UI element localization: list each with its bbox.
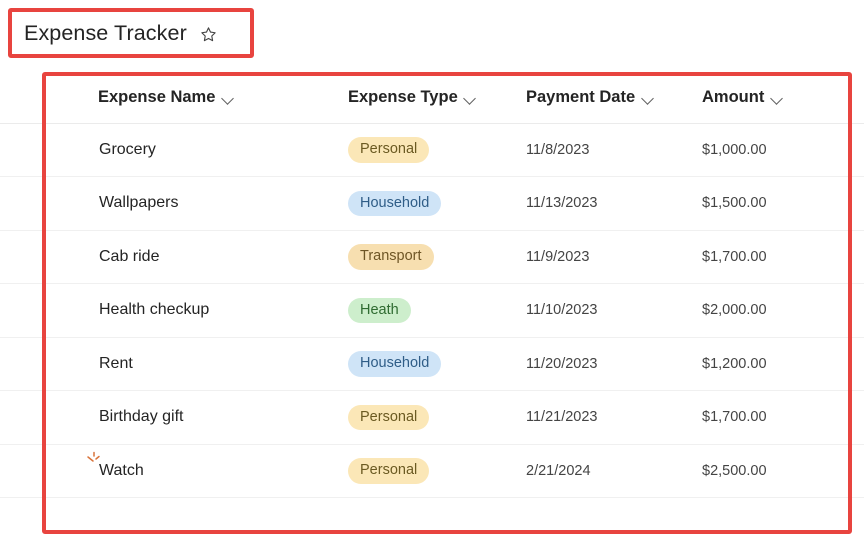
cell-amount[interactable]: $1,000.00 [694,123,864,177]
expense-name-text: Rent [99,354,133,372]
chevron-down-icon[interactable] [771,93,782,104]
expense-name-text: Health checkup [99,301,210,319]
cell-payment-date[interactable]: 11/10/2023 [508,283,694,338]
expense-type-badge: Household [348,190,442,216]
cell-expense-name[interactable]: Rent [0,337,290,391]
cell-expense-name[interactable]: Cab ride [0,230,290,284]
cell-expense-name[interactable]: Wallpapers [0,176,290,231]
expense-name-text: Wallpapers [99,194,179,212]
table-header-row: Expense Name Expense Type Payment Date A… [0,72,864,124]
expense-type-badge: Heath [348,297,411,323]
expense-type-badge: Transport [348,244,434,270]
expense-name-text: Grocery [99,140,156,158]
cell-payment-date[interactable]: 11/13/2023 [508,176,694,231]
expense-table-body: Grocery Personal 11/8/2023 $1,000.00 Wallpap… [0,123,864,498]
cell-expense-name[interactable]: Health checkup [0,283,290,338]
table-row[interactable]: Watch Personal 2/21/2024 $2,500.00 [0,444,864,498]
chevron-down-icon[interactable] [642,93,653,104]
expense-type-badge: Household [348,351,442,377]
column-header-label: Expense Type [348,87,458,106]
table-row[interactable]: Rent Household 11/20/2023 $1,200.00 [0,337,864,391]
column-header-amount[interactable]: Amount [694,72,864,124]
cell-amount[interactable]: $2,000.00 [694,283,864,338]
cell-amount[interactable]: $1,200.00 [694,337,864,391]
cell-expense-type[interactable]: Personal [290,123,508,177]
cell-payment-date[interactable]: 11/9/2023 [508,230,694,284]
cell-expense-name[interactable]: Watch [0,444,290,498]
column-header-label: Payment Date [526,87,636,106]
cell-amount[interactable]: $2,500.00 [694,444,864,498]
cell-expense-name[interactable]: Birthday gift [0,390,290,445]
page-title-area: Expense Tracker [8,8,254,58]
expense-name-text: Watch [99,461,144,479]
cell-payment-date[interactable]: 2/21/2024 [508,444,694,498]
expense-name-text: Birthday gift [99,408,184,426]
expense-type-badge: Personal [348,458,430,484]
expense-type-badge: Personal [348,404,430,430]
table-row[interactable]: Grocery Personal 11/8/2023 $1,000.00 [0,123,864,177]
table-row[interactable]: Cab ride Transport 11/9/2023 $1,700.00 [0,230,864,284]
cell-amount[interactable]: $1,500.00 [694,176,864,231]
expense-table-area: Expense Name Expense Type Payment Date A… [0,72,864,534]
expense-type-badge: Personal [348,137,430,163]
cell-amount[interactable]: $1,700.00 [694,390,864,445]
table-row[interactable]: Birthday gift Personal 11/21/2023 $1,700.00 [0,390,864,445]
table-row[interactable]: Health checkup Heath 11/10/2023 $2,000.00 [0,283,864,338]
column-header-expense-name[interactable]: Expense Name [0,72,290,124]
cell-expense-name[interactable]: Grocery [0,123,290,177]
chevron-down-icon[interactable] [465,93,476,104]
cell-expense-type[interactable]: Transport [290,230,508,284]
chevron-down-icon[interactable] [222,93,233,104]
cell-payment-date[interactable]: 11/21/2023 [508,390,694,445]
column-header-label: Expense Name [98,87,216,106]
cell-expense-type[interactable]: Personal [290,444,508,498]
column-header-expense-type[interactable]: Expense Type [290,72,508,124]
table-row[interactable]: Wallpapers Household 11/13/2023 $1,500.00 [0,176,864,231]
cell-expense-type[interactable]: Household [290,176,508,231]
star-outline-icon[interactable] [198,23,220,45]
cell-payment-date[interactable]: 11/20/2023 [508,337,694,391]
cell-expense-type[interactable]: Personal [290,390,508,445]
cell-payment-date[interactable]: 11/8/2023 [508,123,694,177]
cell-amount[interactable]: $1,700.00 [694,230,864,284]
cell-expense-type[interactable]: Household [290,337,508,391]
expense-table: Expense Name Expense Type Payment Date A… [0,72,864,498]
expense-name-text: Cab ride [99,247,160,265]
column-header-label: Amount [702,87,765,106]
cell-expense-type[interactable]: Heath [290,283,508,338]
column-header-payment-date[interactable]: Payment Date [508,72,694,124]
page-title: Expense Tracker [24,20,187,45]
